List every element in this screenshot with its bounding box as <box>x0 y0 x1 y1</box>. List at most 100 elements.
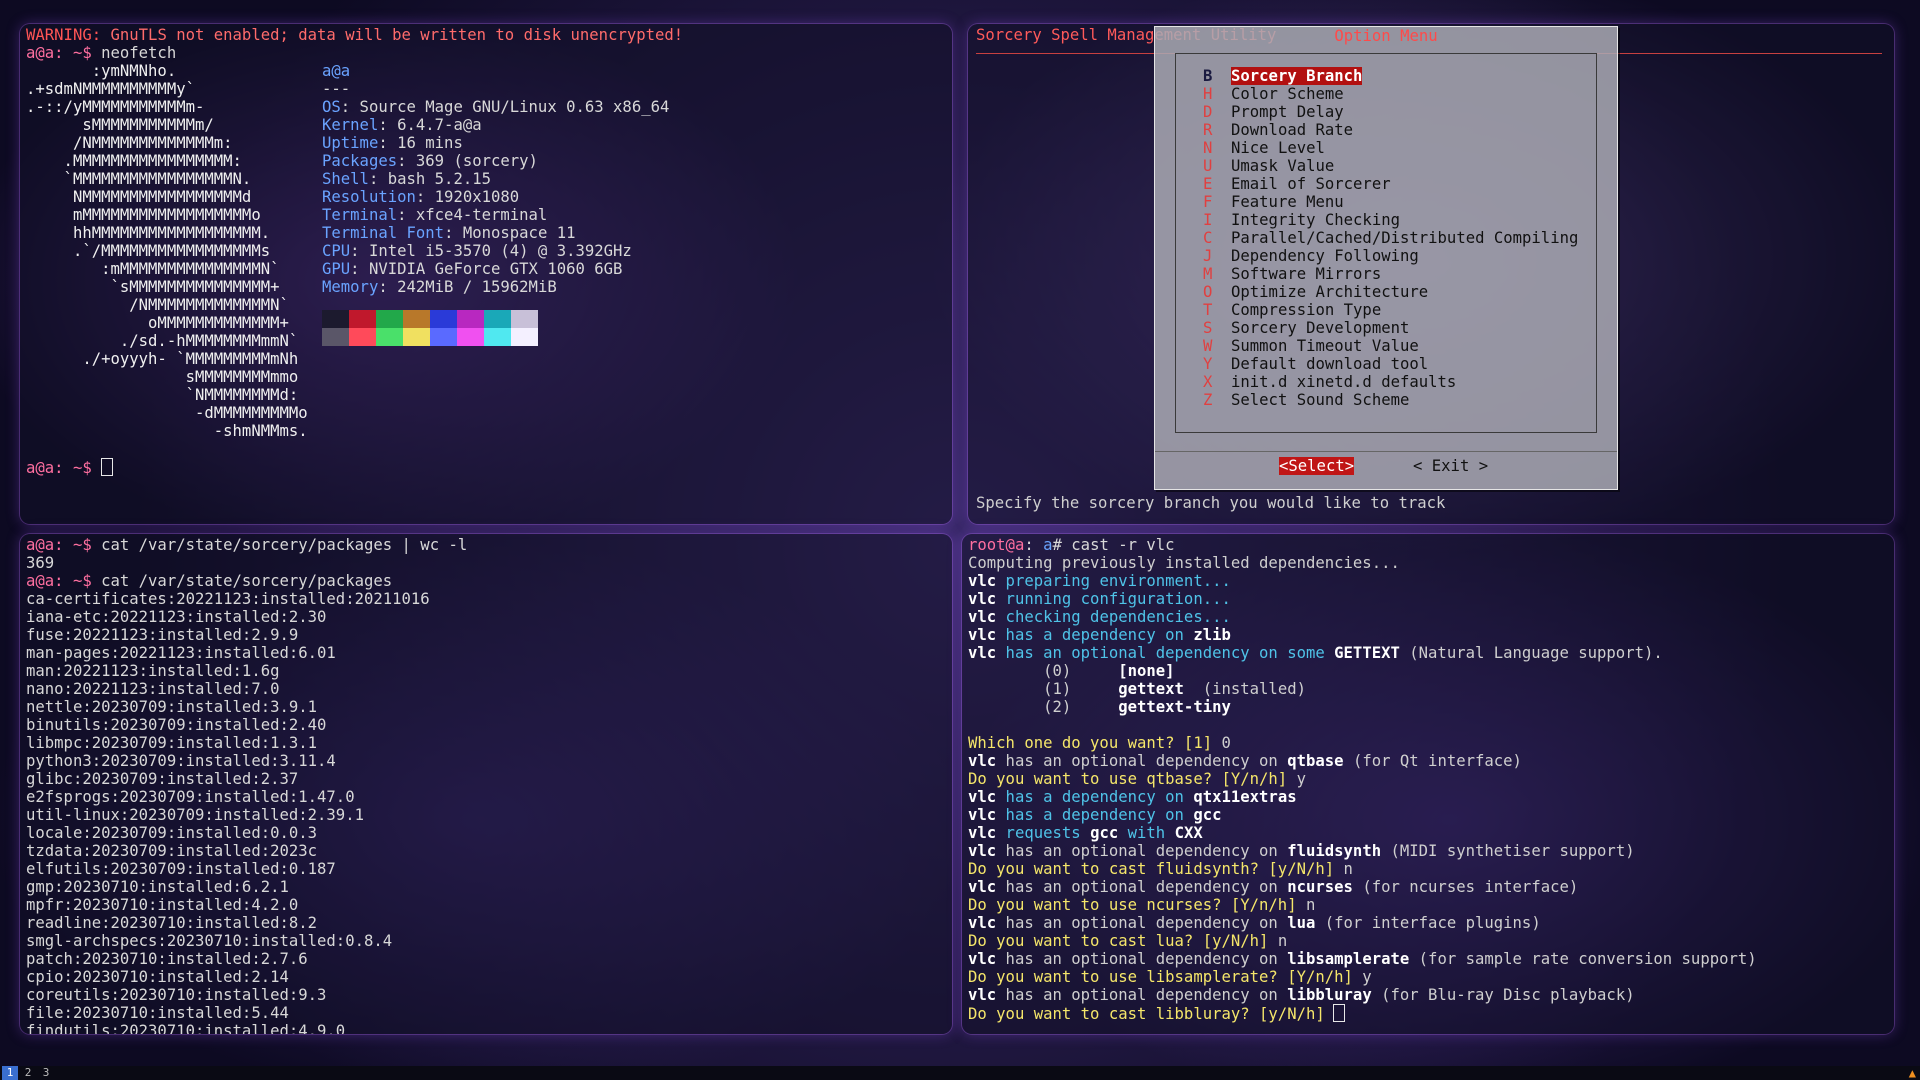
ascii-art-line: NMMMMMMMMMMMMMMMMMd <box>26 188 252 206</box>
dialog-title: Option Menu <box>1334 27 1438 45</box>
menu-label: Compression Type <box>1231 301 1382 319</box>
cast-text: (for sample rate conversion support) <box>1409 950 1757 968</box>
info-key: Shell <box>322 170 369 188</box>
menu-item-parallel-cached-distributed-compiling[interactable]: C Parallel/Cached/Distributed Compiling <box>1203 229 1578 247</box>
package-row: patch:20230710:installed:2.7.6 <box>26 950 308 968</box>
cast-text: gcc <box>1090 824 1119 842</box>
workspace-button[interactable]: 3 <box>38 1066 54 1080</box>
menu-label: Color Scheme <box>1231 85 1344 103</box>
select-button[interactable]: <Select> <box>1279 457 1355 475</box>
menu-item-summon-timeout-value[interactable]: W Summon Timeout Value <box>1203 337 1419 355</box>
cast-text: has an optional dependency on <box>996 914 1288 932</box>
cast-line: vlc has a dependency on gcc <box>968 806 1888 824</box>
cast-text: CXX <box>1174 824 1203 842</box>
menu-item-sorcery-branch[interactable]: B Sorcery Branch <box>1203 67 1363 85</box>
cast-text: [none] <box>1118 662 1175 680</box>
cast-text: requests <box>996 824 1091 842</box>
cast-text: qtbase <box>1287 752 1344 770</box>
menu-item-sorcery-development[interactable]: S Sorcery Development <box>1203 319 1409 337</box>
exit-button[interactable]: < Exit > <box>1413 457 1488 475</box>
menu-hotkey: N <box>1203 139 1213 157</box>
cast-text: libbluray <box>1287 986 1372 1004</box>
ascii-art-line: oMMMMMMMMMMMMM+ <box>26 314 289 332</box>
menu-item-compression-type[interactable]: T Compression Type <box>1203 301 1381 319</box>
ascii-art-line: .`/MMMMMMMMMMMMMMMMMs <box>26 242 271 260</box>
package-row: util-linux:20230709:installed:2.39.1 <box>26 806 364 824</box>
cast-line: vlc has an optional dependency on libsam… <box>968 950 1888 968</box>
info-row: Resolution: 1920x1080 <box>322 188 669 206</box>
menu-item-software-mirrors[interactable]: M Software Mirrors <box>1203 265 1381 283</box>
ascii-art-line: .-::/yMMMMMMMMMMMm- <box>26 98 205 116</box>
info-row: Packages: 369 (sorcery) <box>322 152 669 170</box>
workspace-button[interactable]: 1 <box>2 1066 18 1080</box>
terminal-cast[interactable]: root@a: a# cast -r vlc Computing previou… <box>962 534 1894 1034</box>
menu-item-download-rate[interactable]: R Download Rate <box>1203 121 1353 139</box>
cast-text: (for Qt interface) <box>1343 752 1522 770</box>
info-key: OS <box>322 98 341 116</box>
menu-item-default-download-tool[interactable]: Y Default download tool <box>1203 355 1428 373</box>
cast-text: Computing previously installed dependenc… <box>968 554 1400 572</box>
command-line-2[interactable]: a@a: ~$ <box>26 458 114 477</box>
menu-item-umask-value[interactable]: U Umask Value <box>1203 157 1334 175</box>
menu-item-prompt-delay[interactable]: D Prompt Delay <box>1203 103 1344 121</box>
menu-label: init.d xinetd.d defaults <box>1231 373 1457 391</box>
gnutls-warning: WARNING: GnuTLS not enabled; data will b… <box>26 26 684 44</box>
package-row: libmpc:20230709:installed:1.3.1 <box>26 734 318 752</box>
menu-hotkey: D <box>1203 103 1213 121</box>
cast-text: (for interface plugins) <box>1315 914 1541 932</box>
package-list: ca-certificates:20221123:installed:20211… <box>26 590 946 1034</box>
package-row: man-pages:20221123:installed:6.01 <box>26 644 336 662</box>
menu-item-init-d-xinetd-d-defaults[interactable]: Xinit.d xinetd.d defaults <box>1203 373 1456 391</box>
cast-line: vlc has an optional dependency on ncurse… <box>968 878 1888 896</box>
menu-item-optimize-architecture[interactable]: O Optimize Architecture <box>1203 283 1428 301</box>
menu-item-integrity-checking[interactable]: I Integrity Checking <box>1203 211 1400 229</box>
menu-label: Dependency Following <box>1231 247 1419 265</box>
package-row: fuse:20221123:installed:2.9.9 <box>26 626 299 644</box>
terminal-neofetch[interactable]: WARNING: GnuTLS not enabled; data will b… <box>20 24 952 524</box>
ascii-art-line: ./+oyyyh- `MMMMMMMMMmNh <box>26 350 299 368</box>
info-value: : Intel i5-3570 (4) @ 3.392GHz <box>350 242 632 260</box>
menu-label: Default download tool <box>1231 355 1429 373</box>
color-swatch <box>484 328 511 346</box>
menu-hotkey: M <box>1203 265 1213 283</box>
cast-text: running configuration... <box>996 590 1231 608</box>
cast-line: (2) gettext-tiny <box>968 698 1888 716</box>
menu-item-email-of-sorcerer[interactable]: E Email of Sorcerer <box>1203 175 1391 193</box>
menu-label: Summon Timeout Value <box>1231 337 1419 355</box>
cast-text: vlc <box>968 842 997 860</box>
cast-line: Computing previously installed dependenc… <box>968 554 1888 572</box>
info-host: a@a <box>322 62 351 80</box>
info-row: GPU: NVIDIA GeForce GTX 1060 6GB <box>322 260 669 278</box>
cast-text: fluidsynth <box>1287 842 1382 860</box>
cast-text: 0 <box>1212 734 1231 752</box>
menu-item-color-scheme[interactable]: H Color Scheme <box>1203 85 1344 103</box>
menu-item-feature-menu[interactable]: F Feature Menu <box>1203 193 1344 211</box>
cast-text: vlc <box>968 878 997 896</box>
color-swatch <box>484 310 511 328</box>
info-value: : 1920x1080 <box>415 188 520 206</box>
info-row: Terminal: xfce4-terminal <box>322 206 669 224</box>
terminal-packages[interactable]: a@a: ~$ cat /var/state/sorcery/packages … <box>20 534 952 1034</box>
ascii-art-line: :mMMMMMMMMMMMMMMMN` <box>26 260 280 278</box>
ascii-art-line: `MMMMMMMMMMMMMMMMMN. <box>26 170 252 188</box>
info-value: : 369 (sorcery) <box>397 152 538 170</box>
ascii-art-line: .MMMMMMMMMMMMMMMMM: <box>26 152 242 170</box>
info-key: Terminal <box>322 206 398 224</box>
cast-text: has an optional dependency on some <box>996 644 1335 662</box>
alert-icon[interactable]: ▲ <box>1909 1066 1916 1080</box>
cast-line: Do you want to use ncurses? [Y/n/h] n <box>968 896 1888 914</box>
menu-hotkey: E <box>1203 175 1213 193</box>
taskbar: 123 ▲ <box>0 1066 1920 1080</box>
ascii-art-line: sMMMMMMMMmmo <box>26 368 299 386</box>
menu-item-select-sound-scheme[interactable]: Z Select Sound Scheme <box>1203 391 1409 409</box>
terminal-sorcery[interactable]: Sorcery Spell Management Utility Option … <box>968 24 1894 524</box>
cast-text: ncurses <box>1287 878 1353 896</box>
cast-text: n <box>1268 932 1288 950</box>
menu-item-nice-level[interactable]: N Nice Level <box>1203 139 1325 157</box>
menu-hotkey: B <box>1203 67 1213 85</box>
dialog-divider <box>1155 451 1617 452</box>
cast-text: Do you want to use libsamplerate? [Y/n/h… <box>968 968 1353 986</box>
workspace-button[interactable]: 2 <box>20 1066 36 1080</box>
menu-item-dependency-following[interactable]: J Dependency Following <box>1203 247 1419 265</box>
cast-line: vlc has an optional dependency on fluids… <box>968 842 1888 860</box>
